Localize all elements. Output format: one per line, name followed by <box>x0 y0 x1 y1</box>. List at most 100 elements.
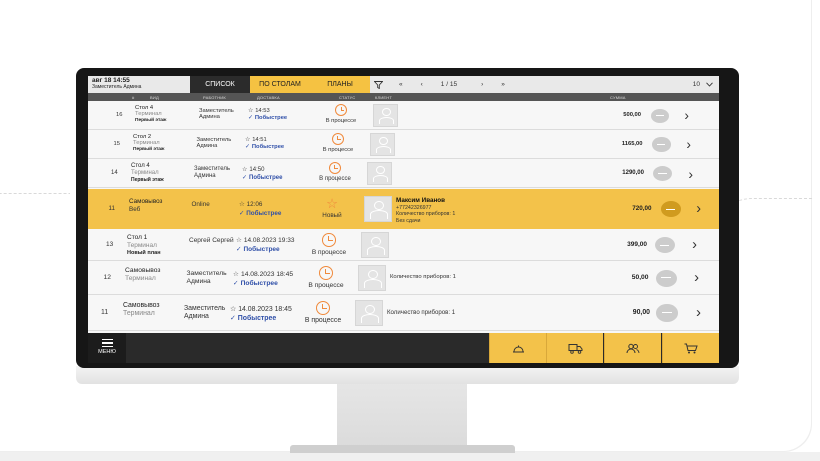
bottom-bar: МЕНЮ <box>88 333 719 363</box>
chevron-right-icon[interactable]: › <box>688 166 693 182</box>
order-action-toggle[interactable] <box>652 165 672 182</box>
order-source: Самовывоз Терминал <box>123 302 160 319</box>
order-action-toggle[interactable] <box>655 269 677 287</box>
table-row[interactable]: 12 Самовывоз Терминал Заместитель Админа ☆ 14.… <box>88 261 719 295</box>
delivery-button[interactable] <box>546 333 603 363</box>
order-delivery-time: ☆ 12:06 ✓ Побыстрее <box>239 201 281 218</box>
order-status[interactable]: В процессе <box>304 233 354 256</box>
table-row[interactable]: 15 Стол 2 Терминал Первый этаж Заместитель Ад… <box>88 130 719 159</box>
table-row[interactable]: 11 Самовывоз Терминал Заместитель Админа ☆ 14.… <box>88 295 719 331</box>
clock-icon <box>331 132 345 145</box>
per-page-select[interactable]: 10 <box>693 81 713 88</box>
tab-list[interactable]: СПИСОК <box>190 76 250 93</box>
table-row[interactable]: 16 Стол 4 Терминал Первый этаж Заместитель Ад… <box>88 101 719 130</box>
last-page-button[interactable]: » <box>501 81 505 88</box>
order-employee: Заместитель Админа <box>197 137 232 151</box>
clock-icon <box>322 233 336 247</box>
check-icon: ✓ <box>248 115 253 122</box>
clock-icon <box>319 266 333 280</box>
delivery-speed[interactable]: ✓ Побыстрее <box>248 115 287 123</box>
employee-line-2: Админа <box>199 114 220 121</box>
menu-label: МЕНЮ <box>98 349 116 355</box>
chevron-right-icon[interactable]: › <box>696 305 701 321</box>
order-action-toggle[interactable] <box>656 304 678 322</box>
delivery-speed-label: Побыстрее <box>246 209 282 217</box>
delivery-time-value: 14.08.2023 19:33 <box>243 237 295 244</box>
order-place-name: Самовывоз <box>129 198 163 205</box>
order-status[interactable]: В процессе <box>301 266 351 289</box>
status-label: В процессе <box>325 117 357 124</box>
order-sum: 1165,00 <box>621 140 643 147</box>
order-source: Стол 4 Терминал Первый этаж <box>131 163 164 183</box>
delivery-speed[interactable]: ✓ Побыстрее <box>236 246 294 255</box>
order-employee: Сергей Сергей <box>189 237 234 245</box>
employee-line-1: Заместитель <box>199 107 234 114</box>
client-detail: Количество приборов: 1 <box>387 309 456 316</box>
client-avatar <box>358 265 386 291</box>
chevron-right-icon[interactable]: › <box>692 237 697 253</box>
order-status[interactable]: В процессе <box>313 132 363 153</box>
cart-button[interactable] <box>662 333 719 363</box>
employee-line-2: Админа <box>184 313 209 321</box>
service-call-button[interactable] <box>489 333 546 363</box>
client-detail: Количество приборов: 1 <box>396 211 456 218</box>
order-status[interactable]: В процессе <box>316 103 366 124</box>
order-sum: 500,00 <box>623 111 641 118</box>
table-row[interactable]: 14 Стол 4 Терминал Первый этаж Заместитель Ад… <box>88 159 719 188</box>
employee-line-2: Админа <box>186 278 211 286</box>
tab-by-tables[interactable]: ПО СТОЛАМ <box>250 76 310 93</box>
delivery-speed-label: Побыстрее <box>254 115 288 122</box>
delivery-speed[interactable]: ✓ Побыстрее <box>233 279 293 288</box>
delivery-speed[interactable]: ✓ Побыстрее <box>242 174 282 182</box>
tab-plans[interactable]: ПЛАНЫ <box>310 76 370 93</box>
order-source: Стол 2 Терминал Первый этаж <box>133 134 164 154</box>
order-source: Самовывоз Веб <box>129 198 162 213</box>
prev-page-button[interactable]: ‹ <box>421 81 423 88</box>
order-action-toggle[interactable] <box>651 137 671 152</box>
order-sum: 90,00 <box>632 309 650 316</box>
delivery-speed-label: Побыстрее <box>240 280 278 288</box>
customers-button[interactable] <box>604 333 661 363</box>
col-status: СТАТУС <box>339 95 356 100</box>
col-number: # <box>132 95 135 100</box>
star-icon: ☆ <box>239 201 245 208</box>
column-header: # ВИД РАБОТНИК ДОСТАВКА СТАТУС КЛИЕНТ СУ… <box>88 93 719 101</box>
delivery-speed[interactable]: ✓ Побыстрее <box>245 144 284 152</box>
first-page-button[interactable]: « <box>399 81 403 88</box>
order-number: 16 <box>116 111 123 118</box>
order-action-toggle[interactable] <box>651 108 669 123</box>
order-status[interactable]: ☆ Новый <box>307 197 357 220</box>
chevron-right-icon[interactable]: › <box>696 201 701 217</box>
client-avatar <box>364 196 392 222</box>
bottom-strip <box>0 452 820 461</box>
pos-screen: авг 18 14:55 Заместитель Админа СПИСОК П… <box>88 76 719 363</box>
order-action-toggle[interactable] <box>660 201 681 217</box>
delivery-time-value: 14:51 <box>252 136 267 143</box>
order-action-toggle[interactable] <box>654 236 675 254</box>
bell-service-icon <box>512 345 524 352</box>
order-status[interactable]: В процессе <box>298 301 348 324</box>
filter-button[interactable] <box>370 76 387 93</box>
delivery-speed[interactable]: ✓ Побыстрее <box>239 210 281 219</box>
hamburger-icon <box>101 339 113 347</box>
menu-button[interactable]: МЕНЮ <box>88 333 126 363</box>
employee-line-2: Админа <box>194 172 216 179</box>
table-row[interactable]: 13 Стол 1 Терминал Новый план Сергей Сергей ☆… <box>88 229 719 261</box>
next-page-button[interactable]: › <box>481 81 483 88</box>
chevron-right-icon[interactable]: › <box>684 108 689 123</box>
order-status[interactable]: В процессе <box>310 161 360 182</box>
chevron-right-icon[interactable]: › <box>694 270 699 286</box>
order-delivery-time: ☆ 14.08.2023 18:45 ✓ Побыстрее <box>233 270 293 288</box>
chevron-right-icon[interactable]: › <box>686 137 691 152</box>
order-place-name: Стол 2 <box>133 133 152 140</box>
client-info: Количество приборов: 1 <box>390 274 456 281</box>
delivery-speed[interactable]: ✓ Побыстрее <box>230 314 292 323</box>
order-employee: Заместитель Админа <box>199 108 234 122</box>
order-place-name: Стол 4 <box>135 104 154 111</box>
table-row[interactable]: 11 Самовывоз Веб Online ☆ 12:06 ✓ Побыстрее ☆ Нов… <box>88 189 719 229</box>
order-number: 14 <box>111 169 118 176</box>
delivery-truck-icon <box>568 343 582 354</box>
order-floor: Первый этаж <box>133 147 165 153</box>
order-number: 11 <box>108 205 116 212</box>
decorative-dashed-line <box>0 78 70 194</box>
